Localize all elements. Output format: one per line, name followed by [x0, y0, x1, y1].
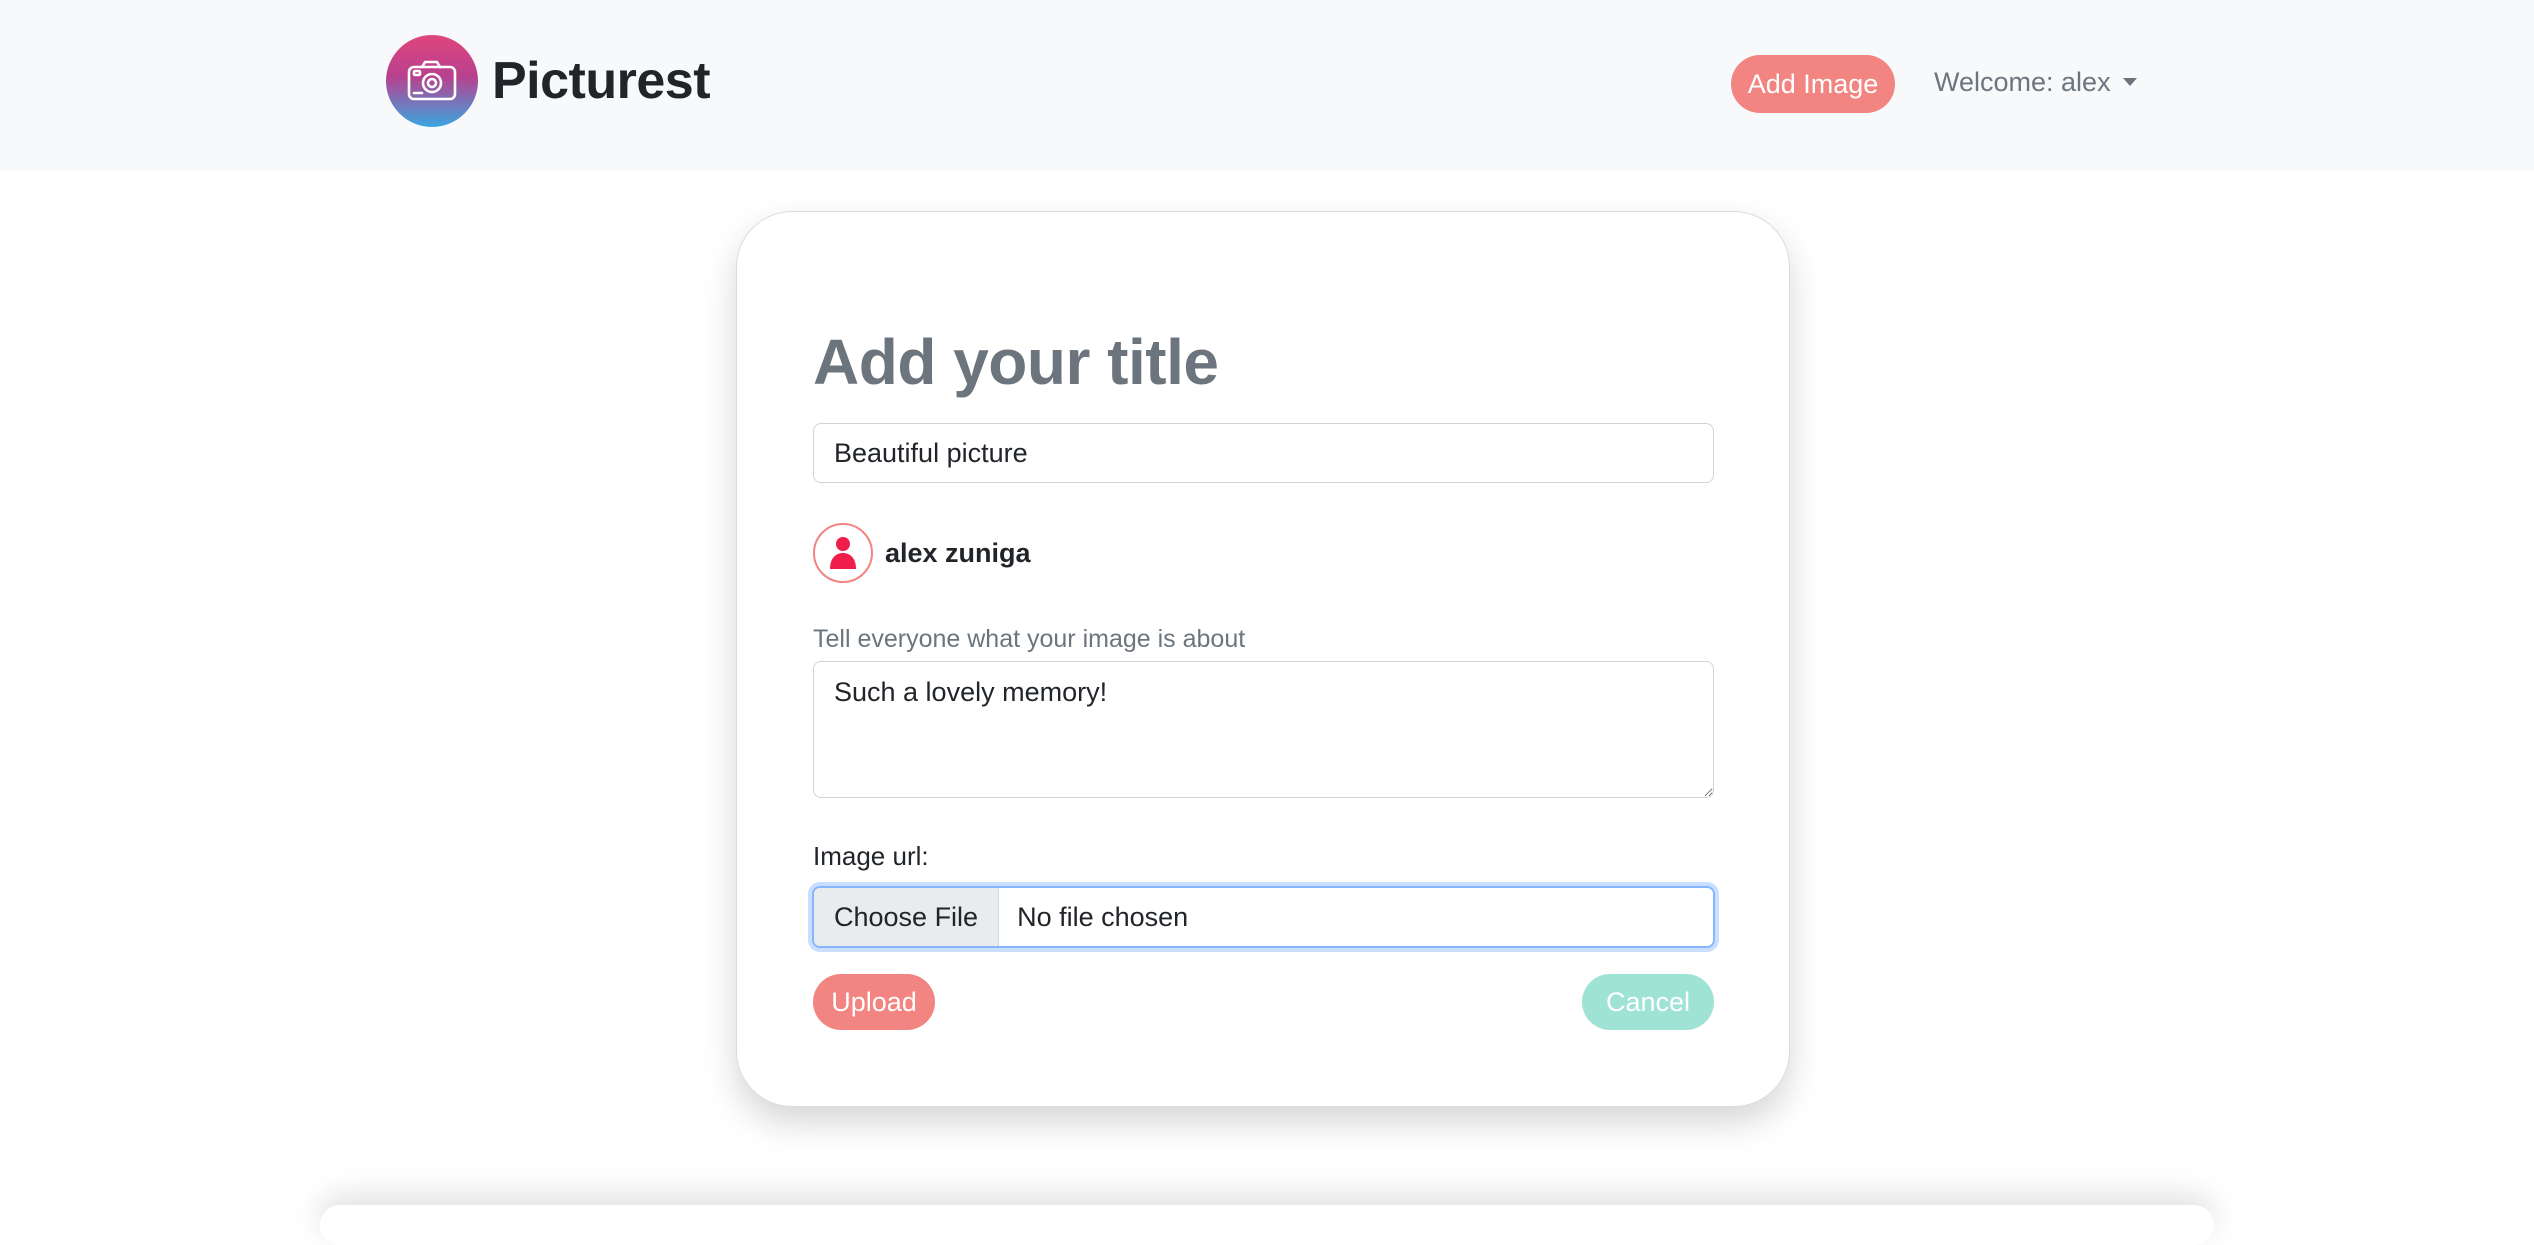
navbar: Picturest Add Image Welcome: alex — [0, 0, 2534, 171]
brand[interactable]: Picturest — [386, 35, 711, 127]
user-menu-dropdown[interactable]: Welcome: alex — [1934, 62, 2137, 102]
welcome-label: Welcome: alex — [1934, 66, 2111, 97]
title-input[interactable] — [813, 423, 1714, 483]
author-info: alex zuniga — [813, 521, 1031, 585]
form-heading: Add your title — [813, 326, 1219, 398]
image-url-label: Image url: — [813, 841, 929, 871]
caret-down-icon — [2122, 78, 2137, 86]
description-label: Tell everyone what your image is about — [813, 625, 1246, 653]
user-icon — [813, 523, 873, 583]
cancel-button[interactable]: Cancel — [1582, 974, 1714, 1030]
camera-icon — [386, 35, 478, 127]
choose-file-button[interactable]: Choose File — [814, 888, 1000, 946]
add-image-button[interactable]: Add Image — [1731, 55, 1895, 113]
description-textarea[interactable]: Such a lovely memory! — [813, 661, 1714, 798]
brand-name: Picturest — [492, 52, 711, 110]
image-file-input[interactable]: Choose File No file chosen — [812, 886, 1715, 948]
author-name: alex zuniga — [885, 537, 1031, 568]
file-status: No file chosen — [1017, 901, 1189, 932]
upload-button[interactable]: Upload — [813, 974, 935, 1030]
footer-edge — [320, 1205, 2214, 1245]
